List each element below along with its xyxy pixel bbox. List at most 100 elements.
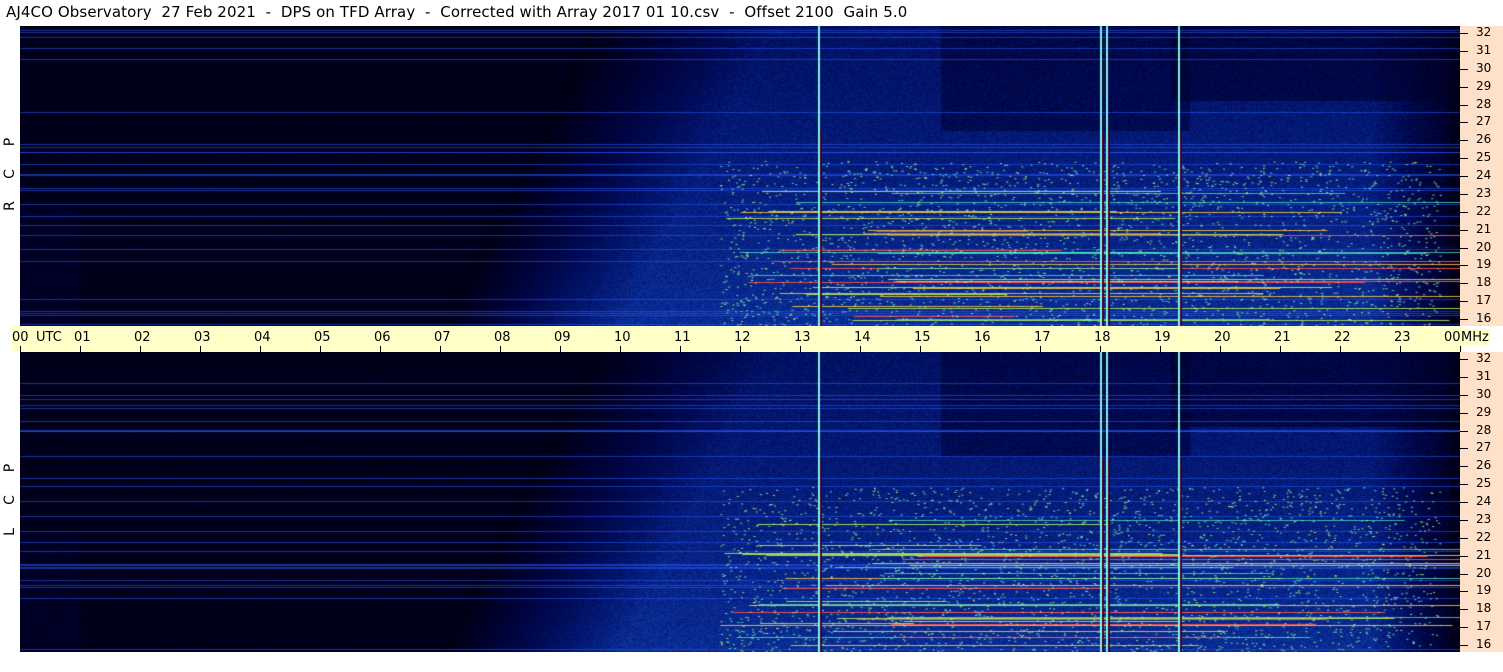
freq-tick-mark: [1460, 68, 1468, 70]
time-tick-mark: [680, 346, 681, 352]
rcp-spectrogram: [20, 26, 1460, 326]
time-tick-label: 11: [674, 330, 691, 345]
freq-tick-mark: [1460, 359, 1468, 360]
time-tick-label: 18: [1094, 330, 1111, 345]
time-tick-label: 10: [614, 330, 631, 345]
time-tick-mark: [980, 346, 981, 352]
freq-tick-mark: [1460, 591, 1468, 593]
freq-tick-label: 29: [1476, 404, 1492, 419]
time-tick-label: 01: [74, 330, 91, 345]
lcp-label: P C L: [0, 352, 20, 652]
lcp-label-p: L: [2, 528, 18, 536]
freq-tick-mark: [1460, 104, 1468, 106]
time-tick-label: 00: [12, 330, 29, 345]
freq-tick-mark: [1460, 573, 1468, 575]
time-tick-mark: [320, 346, 321, 352]
time-tick-label: 07: [434, 330, 451, 345]
freq-tick-label: 24: [1476, 168, 1492, 182]
time-tick-label: UTC: [36, 330, 62, 345]
freq-tick-label: 19: [1476, 257, 1492, 272]
lcp-spectrogram-canvas: [20, 352, 1460, 652]
time-tick-mark: [1280, 346, 1281, 352]
time-tick-mark: [740, 346, 741, 352]
freq-tick-mark: [1460, 537, 1468, 539]
time-tick-mark: [80, 346, 81, 352]
freq-tick-mark: [1460, 86, 1468, 88]
time-tick-label: 00: [1444, 330, 1461, 345]
rcp-spectrogram-canvas: [20, 26, 1460, 326]
freq-tick-mark: [1460, 301, 1468, 303]
time-tick-label: 09: [554, 330, 571, 345]
freq-tick-mark: [1460, 50, 1468, 52]
time-tick-label: 20: [1214, 330, 1231, 345]
freq-tick-label: 30: [1476, 60, 1492, 75]
time-tick-mark: [800, 346, 801, 352]
freq-tick-mark: [1460, 176, 1468, 177]
freq-tick-label: 17: [1476, 293, 1492, 308]
freq-tick-label: 23: [1476, 185, 1492, 200]
freq-tick-mark: [1460, 247, 1468, 249]
freq-tick-label: 20: [1476, 239, 1492, 254]
freq-tick-mark: [1460, 519, 1468, 521]
time-tick-mark: [200, 346, 201, 352]
time-tick-mark: [1100, 346, 1101, 352]
freq-tick-mark: [1460, 466, 1468, 468]
freq-tick-mark: [1460, 376, 1468, 378]
time-tick-label: 03: [194, 330, 211, 345]
freq-tick-mark: [1460, 122, 1468, 124]
freq-tick-mark: [1460, 645, 1468, 646]
rcp-label: P C R: [0, 26, 20, 326]
time-tick-label: 21: [1274, 330, 1291, 345]
time-tick-label: 15: [914, 330, 931, 345]
chart-title: AJ4CO Observatory 27 Feb 2021 - DPS on T…: [6, 3, 908, 21]
freq-tick-label: 26: [1476, 132, 1492, 147]
time-tick-mark: [500, 346, 501, 352]
freq-tick-label: 32: [1476, 25, 1492, 39]
time-tick-label: 14: [854, 330, 871, 345]
freq-tick-mark: [1460, 193, 1468, 195]
time-tick-mark: [1400, 346, 1401, 352]
freq-tick-mark: [1460, 140, 1468, 142]
time-axis: 00 UTC 01 02 03 04 05 06 07 08 09 10 11 12 13 14 15 16 17 1…: [12, 326, 1463, 352]
time-tick-label: 16: [974, 330, 991, 345]
freq-tick-label: 26: [1476, 458, 1492, 473]
freq-tick-label: 22: [1476, 203, 1492, 218]
time-tick-mark: [620, 346, 621, 352]
time-tick-mark: [440, 346, 441, 352]
rcp-frequency-axis: 32 31 30 29 28 27 26 25 24 23 22 21 20 19 18 17 16: [1460, 25, 1503, 326]
freq-tick-mark: [1460, 609, 1468, 611]
freq-tick-label: 21: [1476, 547, 1492, 562]
freq-tick-label: 28: [1476, 422, 1492, 437]
time-tick-mark: [1220, 346, 1221, 352]
time-tick-label: 02: [134, 330, 151, 345]
time-tick-label: 19: [1154, 330, 1171, 345]
freq-tick-mark: [1460, 412, 1468, 414]
freq-tick-mark: [1460, 211, 1468, 213]
freq-tick-mark: [1460, 229, 1468, 231]
time-tick-mark: [20, 346, 21, 352]
time-tick-mark: [380, 346, 381, 352]
freq-tick-mark: [1460, 158, 1468, 160]
freq-tick-label: 22: [1476, 529, 1492, 544]
lcp-spectrogram: [20, 352, 1460, 652]
time-tick-label: 13: [794, 330, 811, 345]
freq-tick-label: 25: [1476, 476, 1492, 491]
freq-tick-label: 24: [1476, 494, 1492, 508]
freq-tick-label: 21: [1476, 221, 1492, 236]
freq-tick-mark: [1460, 555, 1468, 557]
time-tick-label: 23: [1394, 330, 1411, 345]
freq-tick-label: 23: [1476, 511, 1492, 526]
rcp-label-c: C: [2, 169, 18, 179]
freq-tick-label: 29: [1476, 78, 1492, 93]
rcp-label-r: P: [2, 137, 18, 147]
freq-tick-label: 28: [1476, 96, 1492, 111]
freq-tick-label: 30: [1476, 386, 1492, 401]
freq-tick-mark: [1460, 283, 1468, 285]
lcp-label-c: C: [2, 495, 18, 505]
lcp-frequency-axis: 32 31 30 29 28 27 26 25 24 23 22 21 20 19 18 17 16: [1460, 351, 1503, 652]
freq-tick-mark: [1460, 430, 1468, 432]
freq-tick-mark: [1460, 627, 1468, 629]
time-tick-label: 06: [374, 330, 391, 345]
freq-tick-label: 16: [1476, 311, 1492, 325]
freq-tick-label: 27: [1476, 440, 1492, 455]
